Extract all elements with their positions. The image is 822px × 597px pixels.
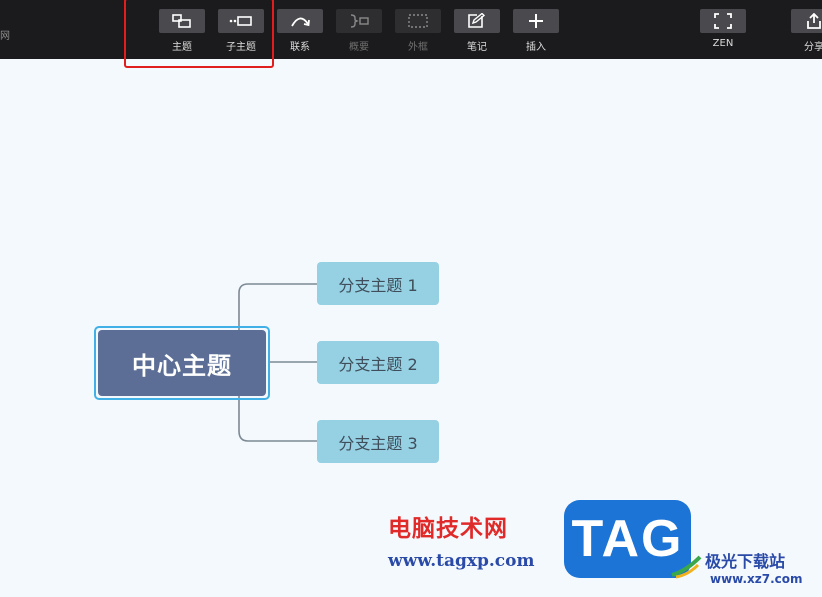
watermark-site-name: 极光下载站 <box>705 552 786 571</box>
watermark-swoosh-icon <box>671 555 702 579</box>
watermark-cn-name: 电脑技术网 <box>388 515 508 542</box>
branch-topic-2[interactable]: 分支主题 2 <box>317 341 439 384</box>
connector-branch-3 <box>238 396 317 442</box>
central-topic[interactable]: 中心主题 <box>98 330 266 396</box>
connector-branch-1 <box>238 283 317 330</box>
branch-topic-3[interactable]: 分支主题 3 <box>317 420 439 463</box>
watermark-site-url: www.xz7.com <box>710 572 803 586</box>
watermark-url: www.tagxp.com <box>388 551 535 571</box>
branch-topic-1[interactable]: 分支主题 1 <box>317 262 439 305</box>
